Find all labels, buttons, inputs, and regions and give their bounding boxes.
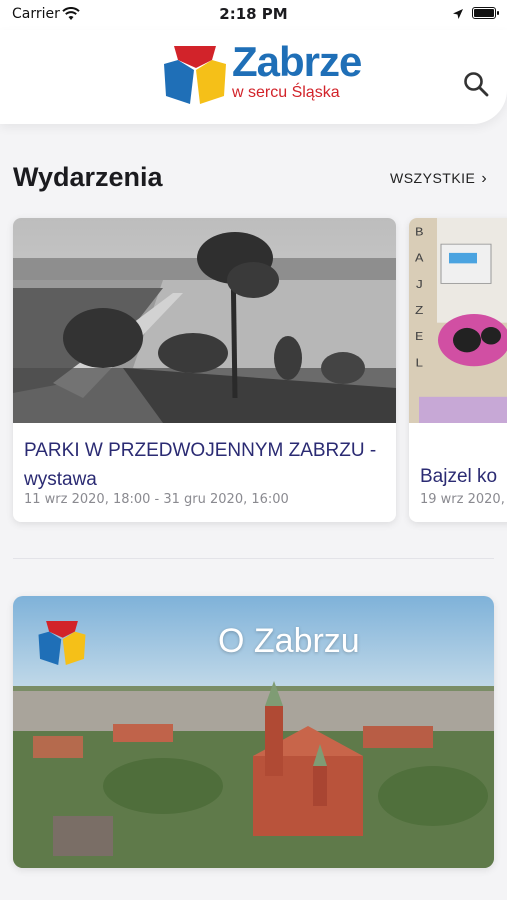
- svg-text:Z: Z: [415, 304, 424, 318]
- app-header: Zabrze w sercu Śląska: [0, 30, 507, 124]
- event-date: 19 wrz 2020,: [420, 492, 505, 507]
- event-title: PARKI W PRZEDWOJENNYM ZABRZU - wystawa: [24, 440, 377, 490]
- svg-text:J: J: [415, 278, 423, 292]
- event-card[interactable]: B A J Z E L Bajzel ko 19 wrz 2020,: [409, 218, 507, 522]
- section-divider: [13, 558, 494, 559]
- event-photo: [13, 218, 396, 423]
- status-bar: Carrier 2:18 PM: [0, 0, 507, 30]
- event-title: Bajzel ko: [420, 466, 498, 487]
- location-arrow-icon: [453, 9, 463, 19]
- chevron-right-icon: ›: [481, 170, 488, 187]
- event-card[interactable]: PARKI W PRZEDWOJENNYM ZABRZU - wystawa 1…: [13, 218, 396, 522]
- logo-mark-icon: [164, 46, 226, 104]
- search-icon[interactable]: [462, 70, 490, 98]
- svg-text:E: E: [415, 330, 424, 344]
- events-section-title: Wydarzenia: [13, 162, 163, 192]
- clock: 2:18 PM: [219, 5, 288, 23]
- logo-mark-icon: [38, 621, 86, 665]
- event-photo: B A J Z E L: [409, 218, 507, 423]
- brand-tagline: w sercu Śląska: [232, 84, 340, 101]
- battery-icon: [472, 7, 499, 19]
- about-city-title: O Zabrzu: [218, 622, 360, 660]
- event-date: 11 wrz 2020, 18:00 - 31 gru 2020, 16:00: [24, 492, 289, 507]
- svg-text:A: A: [415, 251, 424, 265]
- about-city-card[interactable]: O Zabrzu: [13, 596, 494, 868]
- svg-text:B: B: [415, 225, 424, 239]
- see-all-label: WSZYSTKIE: [390, 170, 476, 186]
- svg-text:L: L: [415, 356, 424, 370]
- zabrze-logo[interactable]: Zabrze w sercu Śląska: [160, 38, 362, 108]
- see-all-events-link[interactable]: WSZYSTKIE ›: [390, 170, 487, 188]
- brand-name: Zabrze: [232, 38, 362, 85]
